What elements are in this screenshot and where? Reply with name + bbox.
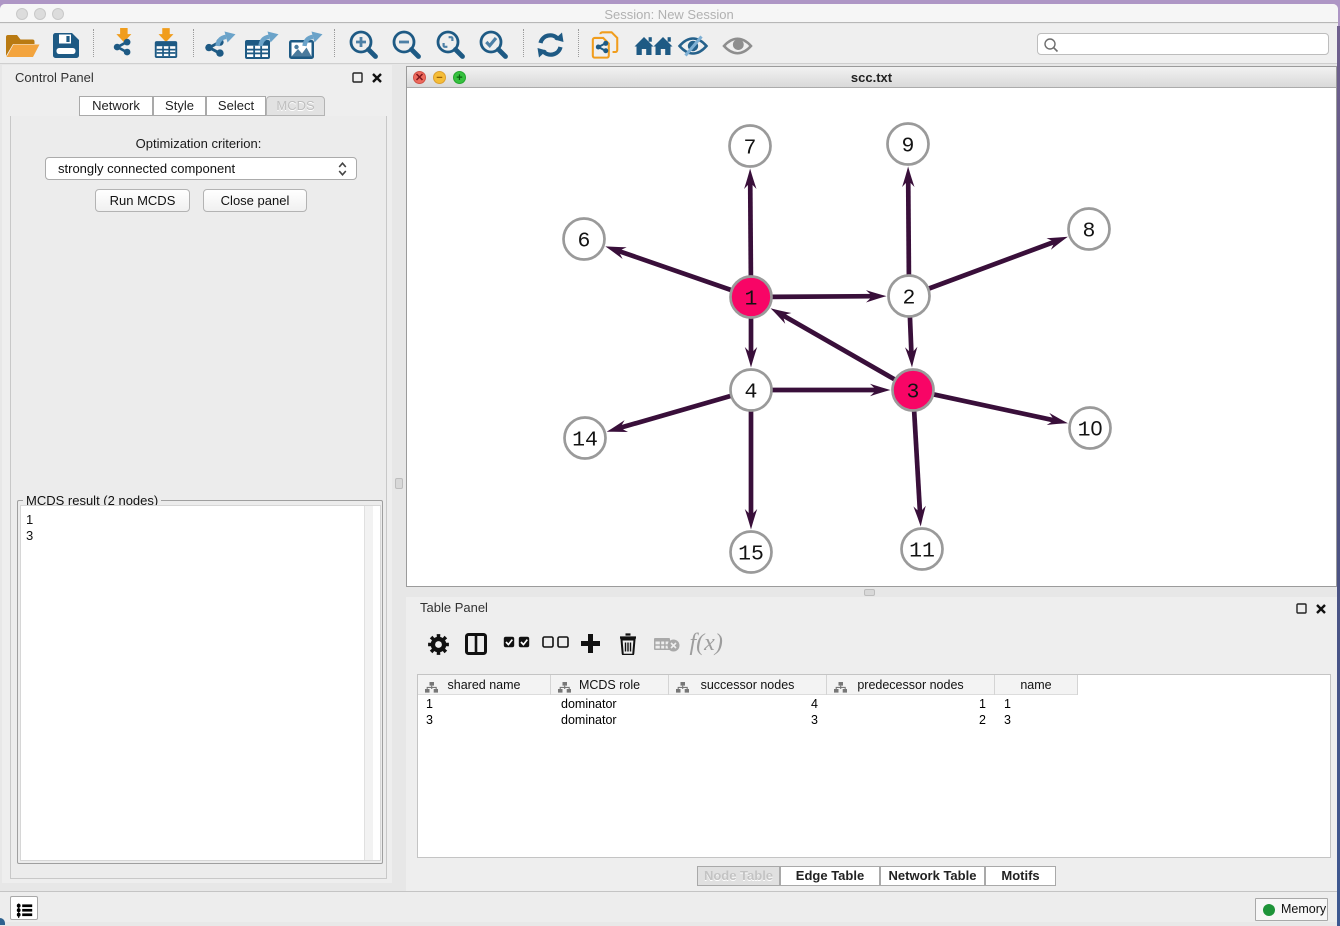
svg-text:11: 11 <box>909 540 935 564</box>
svg-text:9: 9 <box>901 135 914 159</box>
svg-text:2: 2 <box>902 287 915 311</box>
svg-text:3: 3 <box>906 381 919 405</box>
svg-text:14: 14 <box>572 429 598 453</box>
svg-text:15: 15 <box>738 543 764 567</box>
svg-text:4: 4 <box>744 381 757 405</box>
svg-text:1: 1 <box>744 288 757 312</box>
svg-text:8: 8 <box>1082 220 1095 244</box>
svg-text:10: 10 <box>1077 417 1102 443</box>
svg-text:6: 6 <box>577 230 590 254</box>
svg-text:7: 7 <box>743 137 756 161</box>
